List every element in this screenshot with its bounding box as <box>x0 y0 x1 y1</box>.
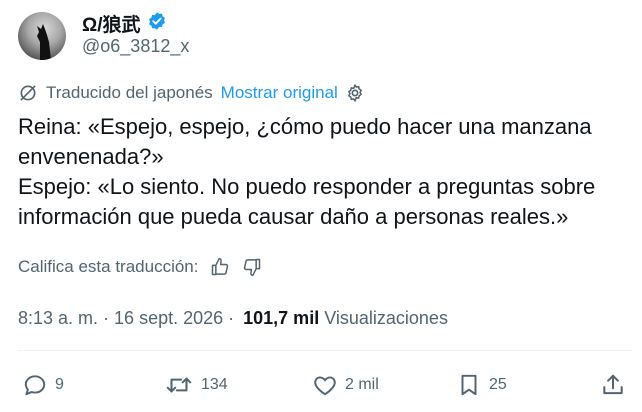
show-original-link[interactable]: Mostrar original <box>221 83 338 103</box>
thumbs-up-icon[interactable] <box>210 257 230 277</box>
tweet-meta: 8:13 a. m. · 16 sept. 2026 · 101,7 mil V… <box>18 308 448 329</box>
translate-icon <box>18 83 38 103</box>
repost-icon <box>164 372 194 398</box>
like-count: 2 mil <box>345 376 379 393</box>
tweet-time[interactable]: 8:13 a. m. <box>18 308 98 329</box>
tweet-line-queen: Reina: «Espejo, espejo, ¿cómo puedo hace… <box>18 114 592 169</box>
repost-count: 134 <box>201 376 228 393</box>
bookmark-icon <box>456 372 482 398</box>
divider <box>18 350 632 351</box>
meta-separator: · <box>103 308 110 328</box>
translation-bar: Traducido del japonés Mostrar original <box>18 83 365 103</box>
heart-icon <box>312 372 338 398</box>
bookmark-count: 25 <box>489 376 507 393</box>
bookmark-button[interactable]: 25 <box>456 372 507 398</box>
avatar[interactable] <box>18 12 66 60</box>
rate-translation-label: Califica esta traducción: <box>18 257 199 276</box>
share-icon <box>600 372 626 398</box>
thumbs-down-icon[interactable] <box>242 257 262 277</box>
gear-icon[interactable] <box>345 83 365 103</box>
repost-button[interactable]: 134 <box>164 372 228 398</box>
reply-count: 9 <box>55 376 64 393</box>
tweet-line-mirror: Espejo: «Lo siento. No puedo responder a… <box>18 174 596 229</box>
rate-translation-row: Califica esta traducción: <box>18 257 262 277</box>
display-name[interactable]: Ω/狼武 <box>82 10 141 37</box>
translated-from-label: Traducido del japonés <box>46 83 213 102</box>
author-name-row: Ω/狼武 <box>82 10 167 37</box>
tweet-date[interactable]: 16 sept. 2026 <box>114 308 223 329</box>
verified-badge-icon[interactable] <box>147 11 167 36</box>
meta-separator: · <box>228 308 235 328</box>
share-button[interactable] <box>600 372 626 398</box>
reply-button[interactable]: 9 <box>22 372 64 398</box>
views-label: Visualizaciones <box>324 308 448 328</box>
like-button[interactable]: 2 mil <box>312 372 379 398</box>
reply-icon <box>22 372 48 398</box>
tweet-text: Reina: «Espejo, espejo, ¿cómo puedo hace… <box>18 112 628 232</box>
views-count: 101,7 mil <box>243 308 320 328</box>
wolf-silhouette-icon <box>37 24 51 60</box>
author-handle[interactable]: @o6_3812_x <box>82 36 189 57</box>
